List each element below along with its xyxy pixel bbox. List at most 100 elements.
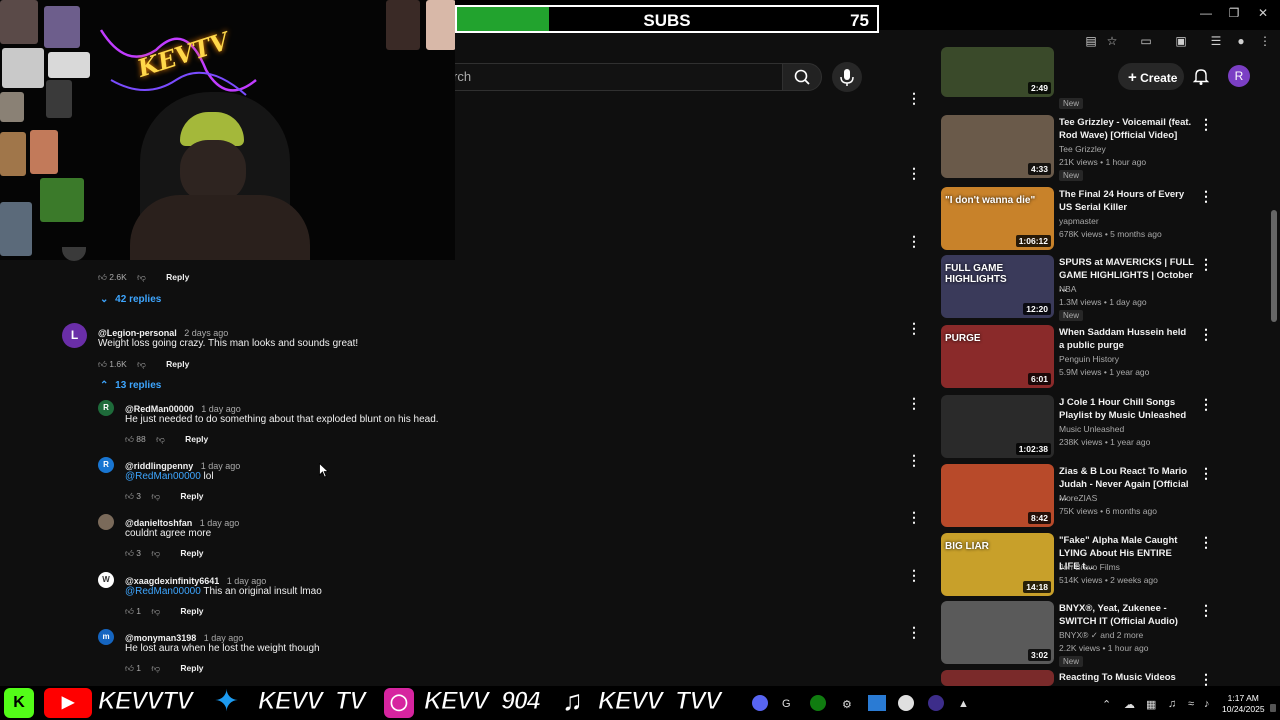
maximize-icon[interactable]: ❐	[1224, 6, 1244, 24]
video-menu-icon[interactable]: ⋮	[1199, 326, 1213, 343]
video-title[interactable]: J Cole 1 Hour Chill Songs Playlist by Mu…	[1059, 396, 1194, 422]
photos-taskbar-icon[interactable]	[868, 695, 886, 711]
network-tray-icon[interactable]: ▦	[1146, 698, 1156, 711]
show-desktop-button[interactable]	[1270, 704, 1276, 712]
menu-kebab-icon[interactable]: ⋮	[1256, 34, 1274, 52]
media-player-taskbar-icon[interactable]	[928, 695, 944, 711]
video-channel[interactable]: Jon Bravo Films	[1059, 562, 1120, 572]
reply-date[interactable]: 1 day ago	[201, 404, 241, 414]
video-title[interactable]: Tee Grizzley - Voicemail (feat. Rod Wave…	[1059, 116, 1194, 142]
reply-button[interactable]: Reply	[180, 606, 203, 616]
video-title[interactable]: SPURS at MAVERICKS | FULL GAME HIGHLIGHT…	[1059, 256, 1194, 295]
settings-taskbar-icon[interactable]: ⚙	[842, 698, 852, 711]
comment-menu-icon[interactable]: ⋮	[907, 320, 921, 337]
avatar[interactable]: R	[98, 400, 114, 416]
video-thumbnail[interactable]: 2:49	[941, 47, 1054, 97]
video-channel[interactable]: MoreZIAS	[1059, 493, 1097, 503]
video-menu-icon[interactable]: ⋮	[1199, 534, 1213, 551]
video-title[interactable]: BNYX®, Yeat, Zukenee - SWITCH IT (Offici…	[1059, 602, 1194, 628]
cast-icon[interactable]: ▣	[1172, 34, 1190, 52]
video-menu-icon[interactable]: ⋮	[1199, 256, 1213, 273]
reply-date[interactable]: 1 day ago	[200, 518, 240, 528]
browser-taskbar-icon[interactable]: G	[782, 698, 791, 710]
create-button[interactable]: + Create	[1118, 63, 1184, 90]
comment-menu-icon[interactable]: ⋮	[907, 509, 921, 526]
reply-author[interactable]: @danieltoshfan	[125, 518, 192, 528]
thumbs-down-icon[interactable]: 👎︎	[151, 663, 160, 673]
search-input[interactable]: rch	[440, 63, 782, 91]
comment-author[interactable]: @Legion-personal	[98, 328, 177, 338]
video-menu-icon[interactable]: ⋮	[1199, 465, 1213, 482]
video-channel[interactable]: Penguin History	[1059, 354, 1119, 364]
reply-button[interactable]: Reply	[166, 359, 189, 369]
replies-toggle[interactable]: ⌄ 42 replies	[100, 294, 161, 305]
reply-mention[interactable]: @RedMan00000	[125, 586, 201, 597]
video-thumbnail[interactable]: FULL GAME HIGHLIGHTS 12:20	[941, 255, 1054, 318]
video-thumbnail[interactable]: "I don't wanna die" 1:06:12	[941, 187, 1054, 250]
video-title[interactable]: The Final 24 Hours of Every US Serial Ki…	[1059, 188, 1194, 214]
close-icon[interactable]: ✕	[1253, 6, 1273, 24]
avatar[interactable]: m	[98, 629, 114, 645]
comment-menu-icon[interactable]: ⋮	[907, 395, 921, 412]
obs-taskbar-icon[interactable]	[898, 695, 914, 711]
volume-tray-icon[interactable]: ♪	[1204, 698, 1210, 710]
reply-author[interactable]: @xaagdexinfinity6641	[125, 576, 219, 586]
comment-date[interactable]: 2 days ago	[184, 328, 228, 338]
search-button[interactable]	[782, 63, 822, 91]
cloud-tray-icon[interactable]: ☁	[1124, 698, 1135, 711]
avatar[interactable]	[98, 514, 114, 530]
media-icon[interactable]: ☰	[1207, 34, 1225, 52]
account-avatar[interactable]: R	[1228, 65, 1250, 87]
tray-chevron-icon[interactable]: ⌃	[1102, 698, 1111, 711]
reply-author[interactable]: @RedMan00000	[125, 404, 194, 414]
comment-menu-icon[interactable]: ⋮	[907, 567, 921, 584]
reply-date[interactable]: 1 day ago	[204, 633, 244, 643]
comment-menu-icon[interactable]: ⋮	[907, 90, 921, 107]
wifi-tray-icon[interactable]: ≈	[1188, 698, 1194, 710]
video-channel[interactable]: BNYX® ✓ and 2 more	[1059, 630, 1143, 641]
video-channel[interactable]: Tee Grizzley	[1059, 144, 1106, 154]
video-thumbnail[interactable]: 8:42	[941, 464, 1054, 527]
minimize-icon[interactable]: —	[1196, 6, 1216, 24]
bookmark-star-icon[interactable]: ☆	[1103, 34, 1121, 52]
video-thumbnail[interactable]: PURGE 6:01	[941, 325, 1054, 388]
thumbs-up-icon[interactable]: 👍︎	[125, 663, 134, 673]
replies-toggle[interactable]: ⌃ 13 replies	[100, 380, 161, 391]
thumbs-up-icon[interactable]: 👍︎	[125, 491, 134, 501]
install-app-icon[interactable]: ▤	[1082, 34, 1100, 52]
thumbs-down-icon[interactable]: 👎︎	[137, 359, 146, 369]
reply-button[interactable]: Reply	[180, 491, 203, 501]
reply-author[interactable]: @monyman3198	[125, 633, 196, 643]
video-thumbnail[interactable]: BIG LIAR 14:18	[941, 533, 1054, 596]
avatar[interactable]: L	[62, 323, 87, 348]
thumbs-up-icon[interactable]: 👍︎	[125, 548, 134, 558]
extensions-icon[interactable]: ▭	[1137, 34, 1155, 52]
avatar[interactable]: W	[98, 572, 114, 588]
comment-menu-icon[interactable]: ⋮	[907, 165, 921, 182]
video-title[interactable]: When Saddam Hussein held a public purge	[1059, 326, 1194, 352]
video-menu-icon[interactable]: ⋮	[1199, 188, 1213, 205]
reply-button[interactable]: Reply	[166, 272, 189, 282]
page-scrollbar[interactable]	[1271, 56, 1277, 686]
thumbs-up-icon[interactable]: 👍︎	[125, 434, 134, 444]
video-thumbnail[interactable]	[941, 670, 1054, 686]
comment-menu-icon[interactable]: ⋮	[907, 624, 921, 641]
notifications-bell-icon[interactable]	[1190, 65, 1212, 87]
thumbs-down-icon[interactable]: 👎︎	[137, 272, 146, 282]
reply-button[interactable]: Reply	[185, 434, 208, 444]
microphone-tray-icon[interactable]: ♫	[1168, 698, 1176, 710]
profile-icon[interactable]: ●	[1232, 34, 1250, 52]
video-channel[interactable]: NBA	[1059, 284, 1076, 294]
comment-menu-icon[interactable]: ⋮	[907, 452, 921, 469]
taskbar-clock[interactable]: 1:17 AM 10/24/2025	[1222, 693, 1265, 715]
avatar[interactable]: R	[98, 457, 114, 473]
thumbs-up-icon[interactable]: 👍︎	[98, 272, 107, 282]
thumbs-up-icon[interactable]: 👍︎	[125, 606, 134, 616]
thumbs-up-icon[interactable]: 👍︎	[98, 359, 107, 369]
video-menu-icon[interactable]: ⋮	[1199, 396, 1213, 413]
thumbs-down-icon[interactable]: 👎︎	[151, 606, 160, 616]
video-menu-icon[interactable]: ⋮	[1199, 116, 1213, 133]
xbox-taskbar-icon[interactable]	[810, 695, 826, 711]
reply-button[interactable]: Reply	[180, 663, 203, 673]
thumbs-down-icon[interactable]: 👎︎	[151, 491, 160, 501]
